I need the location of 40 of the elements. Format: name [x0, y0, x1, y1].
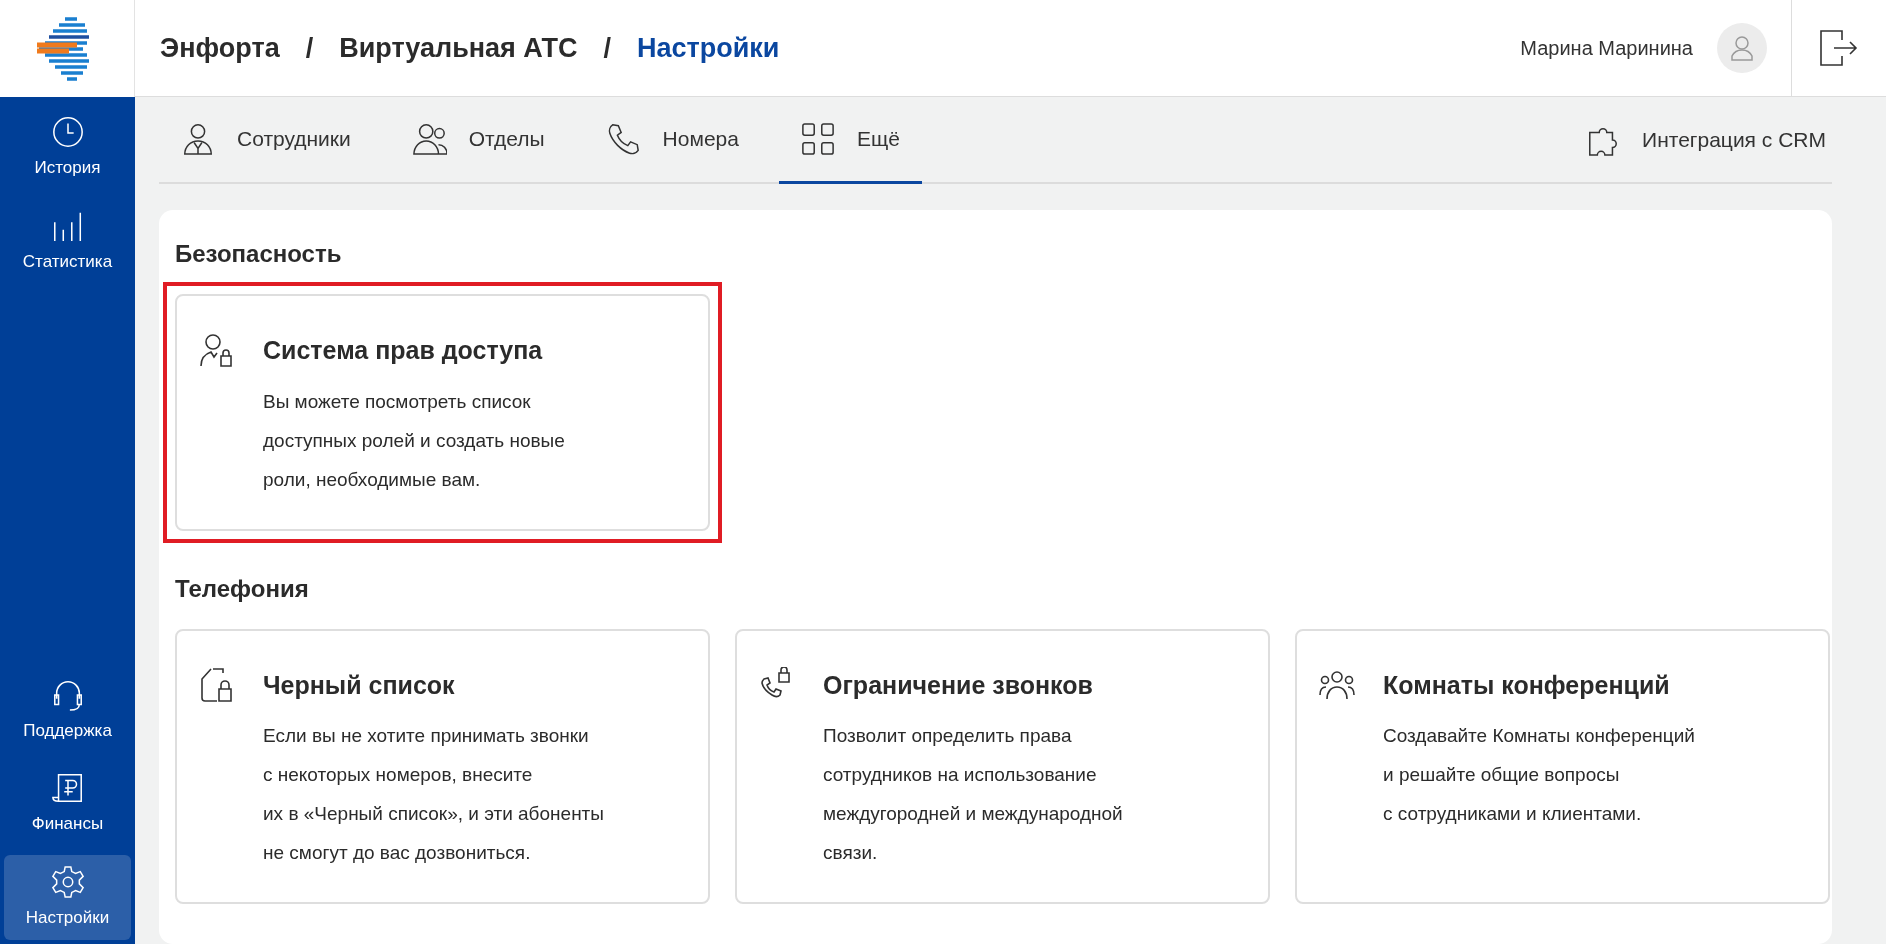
- settings-card[interactable]: Ограничение звонков Позволит определить права сотрудников на использование междугородней и международной связи.: [735, 628, 1270, 904]
- people-icon: [412, 122, 447, 156]
- card-title: Комнаты конференций: [1383, 669, 1671, 701]
- logout-icon[interactable]: [1820, 30, 1858, 66]
- user-lock-icon: [199, 332, 235, 368]
- breadcrumb-separator: /: [305, 31, 314, 65]
- clock-icon: [50, 115, 85, 149]
- sidebar-item[interactable]: Финансы: [4, 761, 131, 847]
- breadcrumb-link[interactable]: Виртуальная АТС: [339, 27, 578, 69]
- section-title: Безопасность: [175, 239, 343, 269]
- card-title: Черный список: [263, 669, 456, 701]
- settings-icon: [50, 864, 85, 899]
- breadcrumb-separator: /: [603, 31, 611, 65]
- ruble-document-icon: [50, 771, 85, 805]
- user-name: Марина Маринина: [1520, 36, 1693, 61]
- sidebar-item[interactable]: Настройки: [4, 854, 131, 940]
- card-title: Система прав доступа: [263, 335, 544, 366]
- card-description: Вы можете посмотреть список доступных ролей и создать новые роли, необходимые вам.: [263, 389, 565, 492]
- tab[interactable]: Отделы: [390, 97, 567, 184]
- tab[interactable]: Ещё: [778, 97, 922, 184]
- sim-card-lock-icon: [199, 666, 235, 703]
- phone-icon: [606, 122, 641, 156]
- sidebar-item[interactable]: История: [4, 105, 131, 191]
- crm-integration-link[interactable]: Интеграция с CRM: [1580, 97, 1832, 182]
- tab[interactable]: Сотрудники: [159, 97, 373, 184]
- breadcrumb-link[interactable]: Энфорта: [160, 27, 280, 69]
- sidebar-item[interactable]: Поддержка: [4, 667, 131, 753]
- card-description: Создавайте Комнаты конференций и решайте общие вопросы с сотрудниками и клиентами.: [1383, 724, 1695, 826]
- card-title: Ограничение звонков: [823, 669, 1094, 701]
- card-description: Если вы не хотите принимать звонки с некоторых номеров, внесите их в «Черный список», и эти абоненты не смогут до вас дозвониться.: [263, 724, 604, 865]
- sidebar-item[interactable]: Статистика: [4, 198, 131, 284]
- settings-card[interactable]: Черный список Если вы не хотите принимать звонки с некоторых номеров, внесите их в «Черный список», и эти абоненты не смогут до вас дозвониться.: [175, 628, 710, 904]
- card-description: Позволит определить права сотрудников на использование междугородней и международной связи.: [823, 724, 1123, 865]
- settings-card[interactable]: Система прав доступа Вы можете посмотреть список доступных ролей и создать новые роли, необходимые вам.: [175, 294, 710, 531]
- person-icon: [181, 122, 215, 156]
- section-title: Телефония: [175, 573, 310, 604]
- grid-icon: [800, 122, 835, 156]
- user-icon: [1730, 35, 1754, 61]
- settings-card[interactable]: Комнаты конференций Создавайте Комнаты конференций и решайте общие вопросы с сотрудниками и клиентами.: [1295, 628, 1830, 904]
- tab[interactable]: Номера: [584, 97, 761, 184]
